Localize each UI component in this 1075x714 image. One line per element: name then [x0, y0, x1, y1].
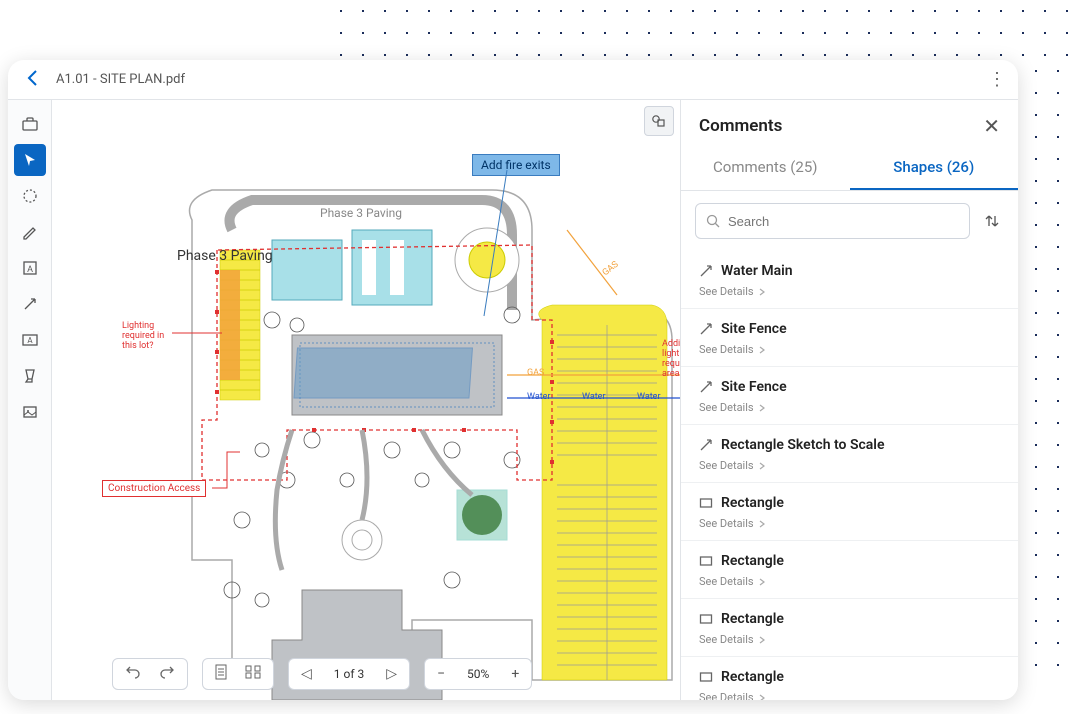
highlight-tool[interactable]: [14, 360, 46, 392]
shape-item[interactable]: Rectangle Sketch to Scale See Details: [681, 425, 1018, 483]
chevron-right-icon: [758, 578, 766, 586]
textbox-tool[interactable]: A: [14, 324, 46, 356]
panel-tabs: Comments (25) Shapes (26): [681, 148, 1018, 191]
see-details-link[interactable]: See Details: [699, 343, 1000, 356]
svg-text:A: A: [27, 336, 33, 345]
chevron-right-icon: [758, 694, 766, 701]
shape-item[interactable]: Rectangle See Details: [681, 657, 1018, 700]
comments-panel: Comments ✕ Comments (25) Shapes (26) Wat…: [680, 100, 1018, 700]
gas-label: GAS: [527, 368, 544, 378]
shape-item[interactable]: Rectangle See Details: [681, 483, 1018, 541]
zoom-indicator: 50%: [459, 667, 497, 681]
undo-button[interactable]: [121, 663, 145, 685]
phase-label-1: Phase 3 Paving: [177, 248, 273, 264]
tab-comments[interactable]: Comments (25): [681, 148, 850, 190]
see-details-link[interactable]: See Details: [699, 633, 1000, 646]
see-details-link[interactable]: See Details: [699, 401, 1000, 414]
next-page-button[interactable]: ▷: [382, 664, 401, 684]
bottom-toolbar: ◁ 1 of 3 ▷ − 50% +: [112, 654, 532, 694]
arrow-tool[interactable]: [14, 288, 46, 320]
shape-name: Site Fence: [721, 321, 787, 337]
panel-title: Comments: [699, 116, 782, 136]
more-menu-button[interactable]: ⋮: [988, 69, 1006, 90]
single-page-button[interactable]: [211, 662, 231, 686]
shape-name: Rectangle: [721, 495, 784, 511]
filename-label: A1.01 - SITE PLAN.pdf: [56, 72, 185, 87]
site-plan-drawing: Phase 3 Paving Phase 3 Paving Add fire e…: [112, 140, 680, 700]
rectangle-icon: [699, 496, 713, 510]
zoom-out-button[interactable]: −: [433, 664, 449, 684]
shape-item[interactable]: Rectangle See Details: [681, 599, 1018, 657]
page-indicator: 1 of 3: [326, 667, 372, 681]
chevron-right-icon: [758, 636, 766, 644]
thumbnails-button[interactable]: [241, 663, 265, 685]
see-details-link[interactable]: See Details: [699, 285, 1000, 298]
chevron-right-icon: [758, 288, 766, 296]
chevron-right-icon: [758, 462, 766, 470]
search-input[interactable]: [728, 214, 959, 229]
rectangle-icon: [699, 612, 713, 626]
water-label-2: Water: [582, 392, 606, 402]
arrow-icon: [699, 438, 713, 452]
lighting-note: Lighting required in this lot?: [122, 322, 177, 352]
shape-item[interactable]: Water Main See Details: [681, 251, 1018, 309]
shape-item[interactable]: Site Fence See Details: [681, 309, 1018, 367]
zoom-in-button[interactable]: +: [507, 664, 523, 684]
pen-tool[interactable]: [14, 216, 46, 248]
chevron-right-icon: [758, 346, 766, 354]
see-details-link[interactable]: See Details: [699, 691, 1000, 700]
water-label: Water: [527, 392, 551, 402]
chevron-right-icon: [758, 520, 766, 528]
shape-list: Water Main See Details Site Fence See Detai…: [681, 251, 1018, 700]
main-area: A A: [8, 100, 1018, 700]
construction-access-callout[interactable]: Construction Access: [102, 480, 206, 497]
text-tool[interactable]: A: [14, 252, 46, 284]
svg-text:A: A: [27, 265, 33, 275]
shape-name: Rectangle Sketch to Scale: [721, 437, 884, 453]
see-details-link[interactable]: See Details: [699, 517, 1000, 530]
redo-button[interactable]: [155, 663, 179, 685]
tool-palette: A A: [8, 100, 52, 700]
rectangle-icon: [699, 554, 713, 568]
back-button[interactable]: [20, 66, 44, 94]
additional-lighting-note: Additional lighting required in this are…: [662, 340, 680, 380]
shape-item[interactable]: Site Fence See Details: [681, 367, 1018, 425]
see-details-link[interactable]: See Details: [699, 459, 1000, 472]
rectangle-icon: [699, 670, 713, 684]
panel-close-button[interactable]: ✕: [983, 114, 1000, 138]
image-tool[interactable]: [14, 396, 46, 428]
shape-name: Water Main: [721, 263, 793, 279]
phase-label-2: Phase 3 Paving: [320, 206, 402, 220]
select-tool[interactable]: [14, 144, 46, 176]
chevron-right-icon: [758, 404, 766, 412]
cloud-tool[interactable]: [14, 180, 46, 212]
shape-item[interactable]: Rectangle See Details: [681, 541, 1018, 599]
shape-name: Site Fence: [721, 379, 787, 395]
shapes-toggle-button[interactable]: [644, 106, 674, 136]
see-details-link[interactable]: See Details: [699, 575, 1000, 588]
top-bar: A1.01 - SITE PLAN.pdf ⋮: [8, 60, 1018, 100]
drawing-canvas[interactable]: Phase 3 Paving Phase 3 Paving Add fire e…: [52, 100, 680, 700]
search-box[interactable]: [695, 203, 970, 239]
shape-name: Rectangle: [721, 669, 784, 685]
arrow-icon: [699, 322, 713, 336]
briefcase-tool[interactable]: [14, 108, 46, 140]
shape-name: Rectangle: [721, 553, 784, 569]
arrow-icon: [699, 264, 713, 278]
tab-shapes[interactable]: Shapes (26): [850, 148, 1019, 190]
search-icon: [706, 214, 720, 228]
prev-page-button[interactable]: ◁: [297, 664, 316, 684]
app-window: A1.01 - SITE PLAN.pdf ⋮ A A: [8, 60, 1018, 700]
arrow-icon: [699, 380, 713, 394]
sort-button[interactable]: [980, 209, 1004, 233]
shape-name: Rectangle: [721, 611, 784, 627]
water-label-3: Water: [637, 392, 661, 402]
